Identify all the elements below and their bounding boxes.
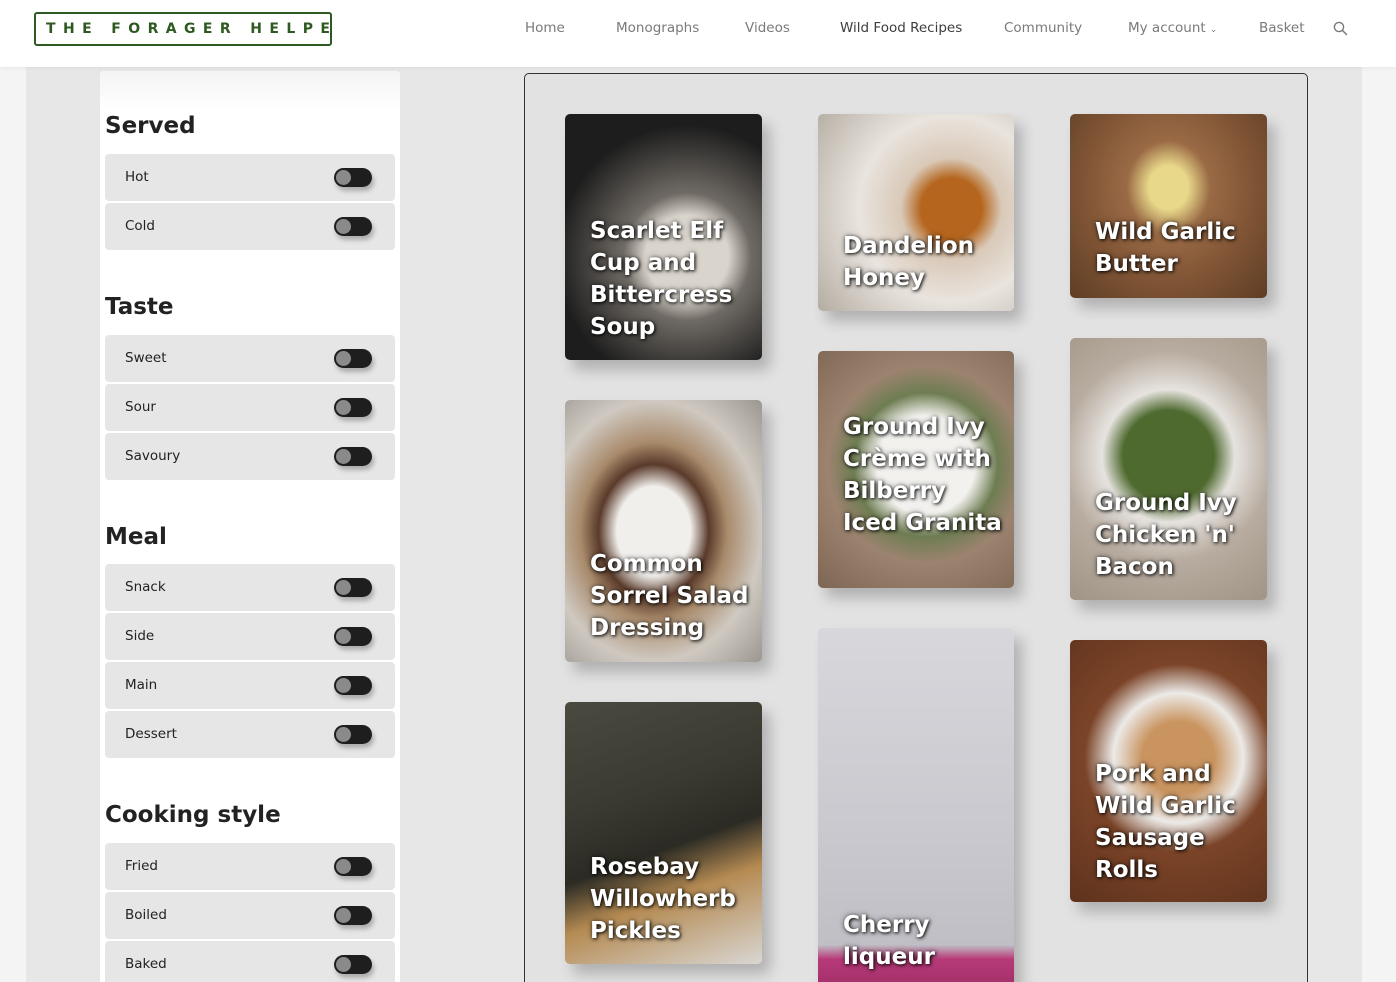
filter-label: Hot	[125, 169, 149, 185]
filter-side[interactable]: Side	[105, 613, 395, 660]
search-icon[interactable]	[1333, 21, 1348, 36]
filter-dessert[interactable]: Dessert	[105, 711, 395, 758]
toggle-switch[interactable]	[334, 447, 372, 466]
recipe-card-ground-ivy-chicken-bacon[interactable]: Ground Ivy Chicken 'n' Bacon	[1070, 338, 1267, 600]
filter-label: Savoury	[125, 448, 181, 464]
site-logo[interactable]: THE FORAGER HELPER	[34, 12, 332, 46]
nav-my-account-label: My account	[1128, 20, 1206, 36]
recipe-card-title: Common Sorrel Salad Dressing	[590, 551, 749, 641]
nav-basket[interactable]: Basket	[1259, 20, 1305, 36]
recipe-card-scarlet-elf-cup-soup[interactable]: Scarlet Elf Cup and Bittercress Soup	[565, 114, 762, 360]
nav-monographs[interactable]: Monographs	[616, 20, 699, 36]
toggle-switch[interactable]	[334, 906, 372, 925]
nav-home[interactable]: Home	[525, 20, 565, 36]
recipe-card-title: Scarlet Elf Cup and Bittercress Soup	[590, 218, 733, 340]
recipe-card-cherry-liqueur[interactable]: Cherry liqueur	[818, 628, 1014, 982]
recipe-card-title: Wild Garlic Butter	[1095, 219, 1236, 277]
toggle-switch[interactable]	[334, 955, 372, 974]
recipe-card-title: Pork and Wild Garlic Sausage Rolls	[1095, 761, 1236, 883]
toggle-switch[interactable]	[334, 217, 372, 236]
filter-hot[interactable]: Hot	[105, 154, 395, 201]
filter-label: Sweet	[125, 350, 167, 366]
filter-boiled[interactable]: Boiled	[105, 892, 395, 939]
filter-sour[interactable]: Sour	[105, 384, 395, 431]
chevron-down-icon: ⌄	[1209, 25, 1218, 35]
recipe-card-title: Ground Ivy Crème with Bilberry Iced Gran…	[843, 414, 1002, 536]
filter-label: Sour	[125, 399, 156, 415]
filter-label: Baked	[125, 956, 167, 972]
filter-label: Fried	[125, 858, 158, 874]
filter-savoury[interactable]: Savoury	[105, 433, 395, 480]
recipe-card-pork-wild-garlic-sausage-rolls[interactable]: Pork and Wild Garlic Sausage Rolls	[1070, 640, 1267, 902]
recipes-panel: Scarlet Elf Cup and Bittercress Soup Com…	[524, 73, 1308, 982]
filter-baked[interactable]: Baked	[105, 941, 395, 982]
recipe-card-title: Ground Ivy Chicken 'n' Bacon	[1095, 490, 1237, 580]
filter-label: Side	[125, 628, 155, 644]
filter-group-title-meal: Meal	[105, 524, 167, 550]
filter-label: Cold	[125, 218, 156, 234]
toggle-switch[interactable]	[334, 349, 372, 368]
filter-label: Main	[125, 677, 158, 693]
recipe-card-dandelion-honey[interactable]: Dandelion Honey	[818, 114, 1014, 311]
filter-sidebar: Served Hot Cold Taste Sweet Sour Savoury…	[100, 71, 400, 982]
toggle-switch[interactable]	[334, 725, 372, 744]
recipe-card-title: Rosebay Willowherb Pickles	[590, 854, 736, 944]
toggle-switch[interactable]	[334, 676, 372, 695]
nav-my-account[interactable]: My account ⌄	[1128, 20, 1217, 36]
filter-fried[interactable]: Fried	[105, 843, 395, 890]
toggle-switch[interactable]	[334, 627, 372, 646]
nav-wild-food-recipes[interactable]: Wild Food Recipes	[840, 20, 962, 36]
filter-snack[interactable]: Snack	[105, 564, 395, 611]
toggle-switch[interactable]	[334, 398, 372, 417]
recipe-card-common-sorrel-salad-dressing[interactable]: Common Sorrel Salad Dressing	[565, 400, 762, 662]
filter-group-title-cooking-style: Cooking style	[105, 802, 281, 828]
filter-group-title-served: Served	[105, 113, 196, 139]
toggle-switch[interactable]	[334, 168, 372, 187]
recipe-card-title: Dandelion Honey	[843, 233, 974, 291]
recipe-card-wild-garlic-butter[interactable]: Wild Garlic Butter	[1070, 114, 1267, 298]
filter-cold[interactable]: Cold	[105, 203, 395, 250]
recipe-card-rosebay-willowherb-pickles[interactable]: Rosebay Willowherb Pickles	[565, 702, 762, 964]
filter-main[interactable]: Main	[105, 662, 395, 709]
recipe-card-title: Cherry liqueur	[843, 912, 935, 970]
filter-label: Snack	[125, 579, 166, 595]
nav-community[interactable]: Community	[1004, 20, 1082, 36]
recipe-card-ground-ivy-creme-granita[interactable]: Ground Ivy Crème with Bilberry Iced Gran…	[818, 351, 1014, 588]
filter-group-title-taste: Taste	[105, 294, 174, 320]
toggle-switch[interactable]	[334, 857, 372, 876]
filter-label: Boiled	[125, 907, 167, 923]
filter-label: Dessert	[125, 726, 177, 742]
nav-videos[interactable]: Videos	[745, 20, 790, 36]
filter-sweet[interactable]: Sweet	[105, 335, 395, 382]
site-header: THE FORAGER HELPER Home Monographs Video…	[0, 0, 1396, 67]
toggle-switch[interactable]	[334, 578, 372, 597]
